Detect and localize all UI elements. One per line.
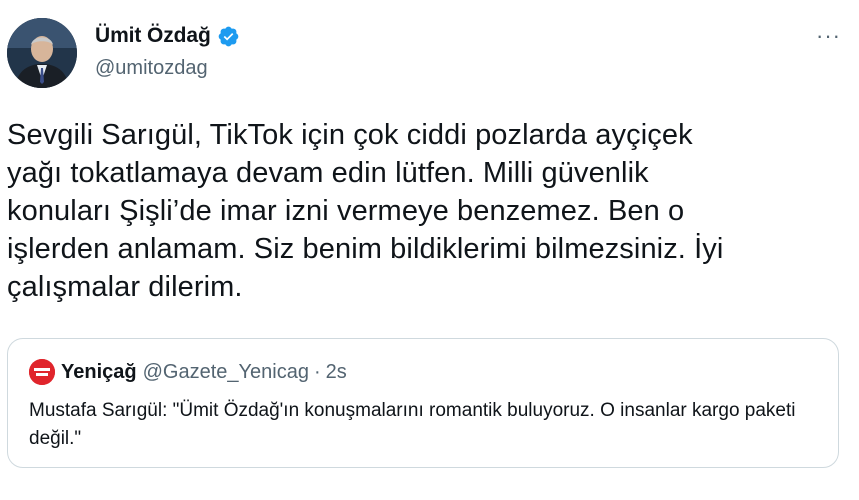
author-handle[interactable]: @umitozdag [95, 57, 208, 80]
quoted-tweet-text: Mustafa Sarıgül: "Ümit Özdağ'ın konuşmal… [29, 400, 796, 449]
yenicag-logo-icon [29, 359, 55, 385]
quoted-tweet-header: Yeniçağ @Gazete_Yenicag · 2s [29, 359, 347, 385]
author-name-row: Ümit Özdağ [95, 24, 240, 48]
tweet-header: Ümit Özdağ @umitozdag ··· [0, 0, 859, 100]
avatar[interactable] [7, 18, 77, 88]
quoted-timestamp[interactable]: 2s [326, 361, 347, 384]
author-display-name[interactable]: Ümit Özdağ [95, 24, 211, 48]
quoted-handle[interactable]: @Gazete_Yenicag [143, 361, 309, 384]
quoted-tweet-card[interactable]: Yeniçağ @Gazete_Yenicag · 2s Mustafa Sar… [7, 338, 839, 468]
more-options-icon[interactable]: ··· [816, 25, 841, 47]
profile-photo-icon [7, 18, 77, 88]
verified-badge-icon [218, 26, 238, 46]
quoted-display-name[interactable]: Yeniçağ [61, 361, 137, 384]
dot-separator: · [313, 360, 321, 383]
tweet-text: Sevgili Sarıgül, TikTok için çok ciddi p… [7, 119, 724, 303]
